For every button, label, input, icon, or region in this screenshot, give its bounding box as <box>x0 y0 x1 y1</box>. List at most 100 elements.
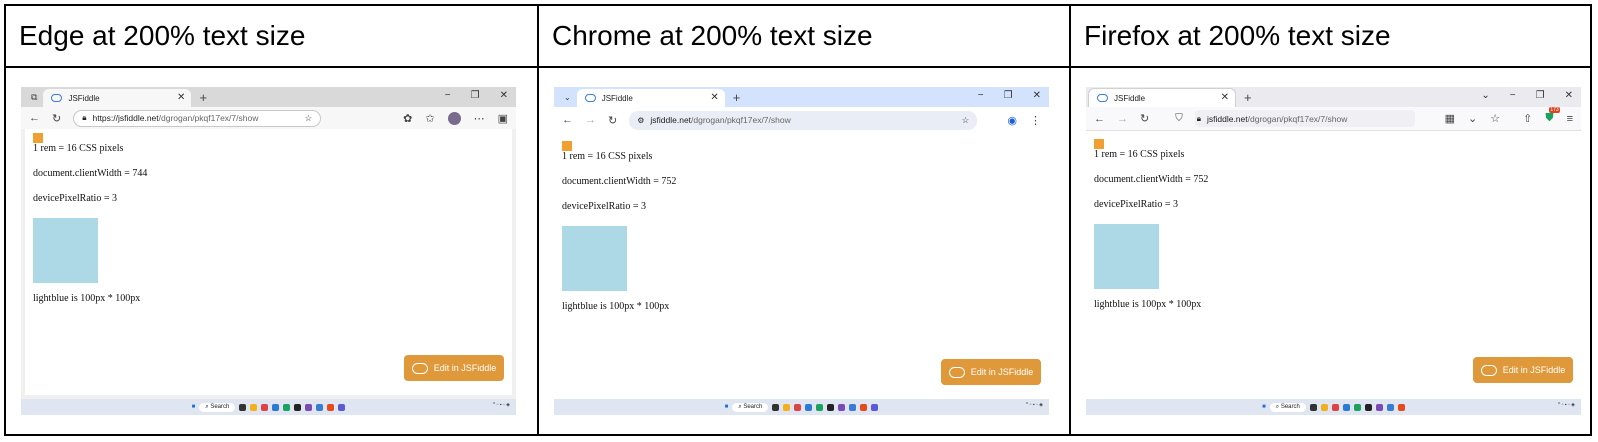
tab-jsfiddle[interactable]: JSFiddle ✕ <box>43 89 192 107</box>
pocket-icon[interactable]: ⌄ <box>1468 112 1477 125</box>
minimize-icon[interactable]: − <box>978 90 984 101</box>
reload-icon[interactable]: ↻ <box>52 112 61 125</box>
tray-icons[interactable]: ^ ▫ ▪ ◦ ◈ <box>1558 402 1575 408</box>
extensions-icon[interactable]: ✿ <box>403 112 412 125</box>
taskbar-search[interactable]: ⌕ Search <box>199 402 236 412</box>
taskbar-app-icon[interactable] <box>305 403 313 411</box>
taskbar-app-icon[interactable] <box>816 403 824 411</box>
address-bar[interactable]: ⚙ jsfiddle.net/dgrogan/pkqf17ex/7/show ☆ <box>629 110 978 130</box>
more-menu-icon[interactable]: ⋮ <box>1030 114 1041 127</box>
taskbar-app-icon[interactable] <box>838 403 846 411</box>
taskbar-app-icon[interactable] <box>1342 403 1350 411</box>
close-window-icon[interactable]: ✕ <box>500 90 508 101</box>
edit-button-label: Edit in JSFiddle <box>433 363 497 373</box>
tab-jsfiddle[interactable]: JSFiddle ✕ <box>1088 88 1236 107</box>
box-text: lightblue is 100px * 100px <box>562 301 670 312</box>
restore-icon[interactable]: ❐ <box>1536 90 1545 101</box>
tab-strip: ⌄ JSFiddle ✕ + − ❐ ✕ <box>554 87 1049 107</box>
taskbar-app-icon[interactable] <box>239 403 247 411</box>
taskbar-search[interactable]: ⌕ Search <box>1269 402 1306 412</box>
tab-search-icon[interactable]: ⌄ <box>564 93 571 102</box>
tab-title: JSFiddle <box>601 93 633 103</box>
client-width-text: document.clientWidth = 752 <box>1094 174 1209 185</box>
list-all-tabs-icon[interactable]: ⌄ <box>1481 90 1489 101</box>
tab-jsfiddle[interactable]: JSFiddle ✕ <box>576 89 725 107</box>
tray-icons[interactable]: ^ ▫ ▪ ◦ ◈ <box>1026 402 1043 408</box>
close-tab-icon[interactable]: ✕ <box>1221 92 1229 103</box>
back-icon[interactable]: ← <box>562 114 573 126</box>
new-tab-button[interactable]: + <box>1244 89 1252 107</box>
taskbar-app-icon[interactable] <box>250 403 258 411</box>
taskbar-app-icon[interactable] <box>849 403 857 411</box>
taskbar-app-icon[interactable] <box>1386 403 1394 411</box>
windows-start-icon[interactable]: ■ <box>1262 404 1266 410</box>
forward-icon[interactable]: → <box>1117 113 1128 125</box>
bookmark-star-icon[interactable]: ☆ <box>962 115 970 126</box>
windows-start-icon[interactable]: ■ <box>725 404 729 410</box>
share-icon[interactable]: ⇧ <box>1523 112 1532 125</box>
reload-icon[interactable]: ↻ <box>608 114 617 127</box>
favorite-star-icon[interactable]: ☆ <box>305 113 313 124</box>
edit-in-jsfiddle-button[interactable]: Edit in JSFiddle <box>1473 357 1573 383</box>
firefox-panel: JSFiddle ✕ + ⌄ − ❐ ✕ ← → ↻ ⛉ 🔒︎ jsfiddle… <box>1071 68 1590 434</box>
taskbar-app-icon[interactable] <box>283 403 291 411</box>
orange-square <box>562 141 572 151</box>
taskbar-app-icon[interactable] <box>805 403 813 411</box>
taskbar-app-icon[interactable] <box>261 403 269 411</box>
back-icon[interactable]: ← <box>29 112 40 124</box>
taskbar-app-icon[interactable] <box>316 403 324 411</box>
restore-icon[interactable]: ❐ <box>471 90 480 101</box>
taskbar-app-icon[interactable] <box>327 403 335 411</box>
new-tab-button[interactable]: + <box>199 89 207 107</box>
minimize-icon[interactable]: − <box>445 90 451 101</box>
workspaces-icon[interactable]: ⧉ <box>31 92 37 103</box>
taskbar-app-icon[interactable] <box>772 403 780 411</box>
taskbar-app-icon[interactable] <box>783 403 791 411</box>
taskbar-app-icon[interactable] <box>338 403 346 411</box>
close-window-icon[interactable]: ✕ <box>1565 90 1573 101</box>
bookmark-star-icon[interactable]: ☆ <box>1490 112 1500 125</box>
extension-badge-icon[interactable]: ⛊ 173 <box>1545 107 1560 125</box>
address-bar[interactable]: 🔒︎ jsfiddle.net/dgrogan/pkqf17ex/7/show <box>1194 110 1415 127</box>
new-tab-button[interactable]: + <box>733 89 741 107</box>
taskbar-app-icon[interactable] <box>871 403 879 411</box>
favorites-icon[interactable]: ✩ <box>425 112 434 125</box>
taskbar-app-icon[interactable] <box>827 403 835 411</box>
minimize-icon[interactable]: − <box>1510 90 1516 101</box>
taskbar-search[interactable]: ⌕ Search <box>732 402 769 412</box>
taskbar-app-icon[interactable] <box>1309 403 1317 411</box>
close-tab-icon[interactable]: ✕ <box>710 92 718 103</box>
taskbar-app-icon[interactable] <box>1375 403 1383 411</box>
restore-icon[interactable]: ❐ <box>1004 90 1013 101</box>
taskbar-app-icon[interactable] <box>272 403 280 411</box>
taskbar-app-icon[interactable] <box>1353 403 1361 411</box>
reload-icon[interactable]: ↻ <box>1140 112 1149 125</box>
sidebar-icon[interactable]: ▣ <box>498 112 508 125</box>
close-tab-icon[interactable]: ✕ <box>177 92 185 103</box>
close-window-icon[interactable]: ✕ <box>1033 90 1041 101</box>
taskbar-app-icon[interactable] <box>1397 403 1405 411</box>
taskbar-app-icon[interactable] <box>1364 403 1372 411</box>
edit-in-jsfiddle-button[interactable]: Edit in JSFiddle <box>404 355 504 381</box>
edit-in-jsfiddle-button[interactable]: Edit in JSFiddle <box>941 359 1041 385</box>
qr-code-icon[interactable]: ▦ <box>1445 112 1455 125</box>
chrome-panel: ⌄ JSFiddle ✕ + − ❐ ✕ ← → ↻ ⚙ jsfiddle.ne… <box>539 68 1071 434</box>
tray-icons[interactable]: ^ ▫ ▪ ◦ ◈ <box>493 402 510 408</box>
taskbar-app-icon[interactable] <box>860 403 868 411</box>
system-tray: ^ ▫ ▪ ◦ ◈ <box>1026 402 1043 408</box>
taskbar-app-icon[interactable] <box>294 403 302 411</box>
taskbar-app-icon[interactable] <box>1320 403 1328 411</box>
site-info-icon[interactable]: ⚙ <box>637 116 644 125</box>
avatar[interactable] <box>447 111 461 125</box>
address-bar[interactable]: 🔒︎ https://jsfiddle.net/dgrogan/pkqf17ex… <box>73 109 322 127</box>
forward-icon[interactable]: → <box>585 114 596 126</box>
rem-text: 1 rem = 16 CSS pixels <box>33 143 124 154</box>
more-menu-icon[interactable]: ⋯ <box>474 112 485 125</box>
taskbar-app-icon[interactable] <box>1331 403 1339 411</box>
tracking-protection-icon[interactable]: ⛉ <box>1175 113 1183 124</box>
back-icon[interactable]: ← <box>1094 113 1105 125</box>
profile-icon[interactable]: ◉ <box>1007 114 1017 127</box>
app-menu-icon[interactable]: ≡ <box>1567 113 1573 125</box>
taskbar-app-icon[interactable] <box>794 403 802 411</box>
windows-start-icon[interactable]: ■ <box>192 404 196 410</box>
